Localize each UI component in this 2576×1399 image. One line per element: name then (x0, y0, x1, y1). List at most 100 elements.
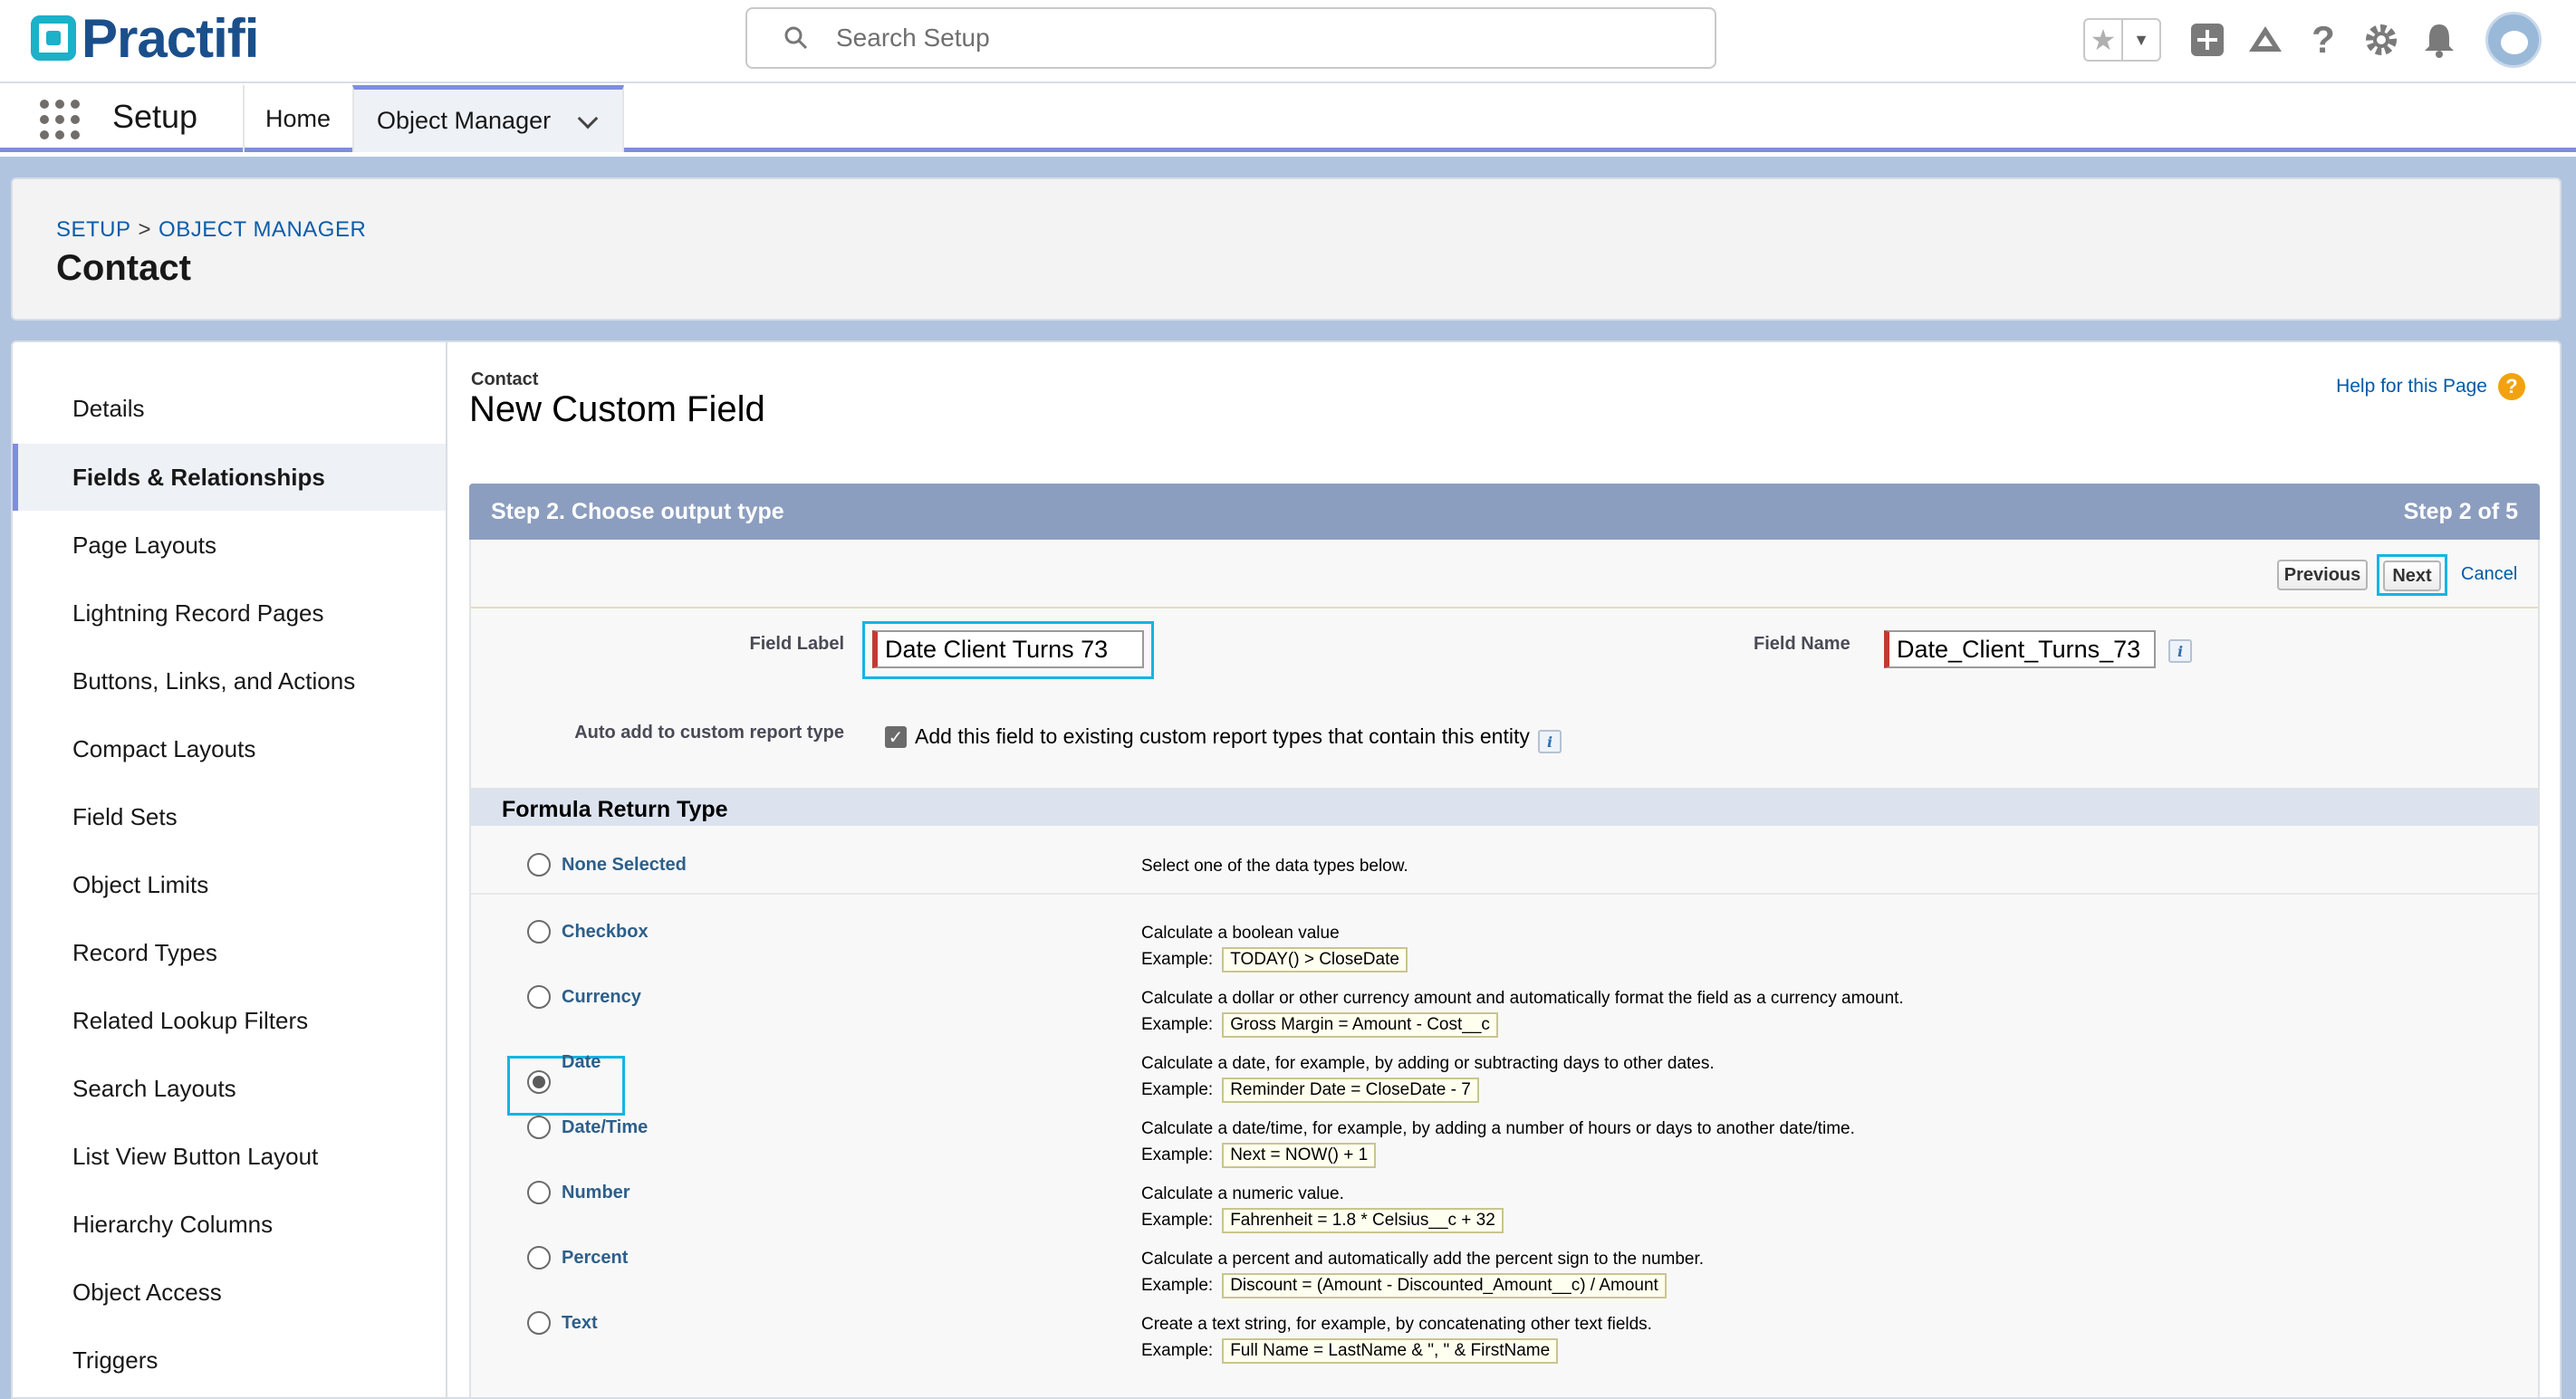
sidebar-item-related-lookup-filters[interactable]: Related Lookup Filters (13, 987, 446, 1054)
sidebar-item-hierarchy-columns[interactable]: Hierarchy Columns (13, 1191, 446, 1258)
search-input[interactable]: Search Setup (745, 7, 1716, 69)
sidebar-item-object-access[interactable]: Object Access (13, 1259, 446, 1326)
formula-return-type-header: Formula Return Type (471, 788, 2538, 826)
tab-object-manager[interactable]: Object Manager (352, 85, 624, 152)
sidebar-item-object-limits[interactable]: Object Limits (13, 851, 446, 918)
main-panel: Details Fields & Relationships Page Layo… (11, 340, 2562, 1399)
breadcrumb-object-manager-link[interactable]: OBJECT MANAGER (159, 217, 366, 242)
radio-checkbox[interactable] (527, 920, 551, 944)
type-example-text: Example: Full Name = LastName & ", " & Fi… (1141, 1338, 1559, 1364)
type-label-number[interactable]: Number (562, 1183, 630, 1203)
example-code: TODAY() > CloseDate (1222, 947, 1408, 973)
example-label: Example: (1141, 950, 1214, 969)
trailhead-icon[interactable] (2244, 19, 2286, 61)
auto-add-checkbox[interactable]: ✓ (885, 726, 907, 748)
breadcrumb: SETUP > OBJECT MANAGER (56, 217, 366, 243)
sidebar-item-details[interactable]: Details (13, 375, 446, 442)
next-button-highlight: Next (2377, 554, 2447, 596)
field-name-label: Field Name (1754, 634, 1850, 654)
radio-date[interactable] (527, 1070, 551, 1094)
type-label-checkbox[interactable]: Checkbox (562, 922, 649, 943)
radio-text[interactable] (527, 1311, 551, 1335)
type-desc-number: Calculate a numeric value. (1141, 1184, 1344, 1203)
type-desc-currency: Calculate a dollar or other currency amo… (1141, 989, 1904, 1008)
auto-add-info-icon[interactable]: i (1538, 730, 1562, 753)
radio-currency[interactable] (527, 985, 551, 1009)
example-label: Example: (1141, 1211, 1214, 1230)
cancel-link[interactable]: Cancel (2461, 564, 2517, 585)
type-label-percent[interactable]: Percent (562, 1248, 628, 1269)
search-icon (784, 26, 808, 50)
example-label: Example: (1141, 1276, 1214, 1295)
notification-bell-icon[interactable] (2418, 19, 2460, 61)
type-desc-percent: Calculate a percent and automatically ad… (1141, 1250, 1705, 1269)
step-title: Step 2. Choose output type (491, 499, 784, 524)
field-name-info-icon[interactable]: i (2168, 639, 2192, 663)
type-label-date-time[interactable]: Date/Time (562, 1117, 648, 1138)
button-row: Previous Next Cancel (471, 540, 2538, 608)
user-avatar[interactable] (2485, 12, 2542, 68)
radio-none-selected[interactable] (527, 853, 551, 877)
logo-mark-icon (31, 15, 76, 61)
sidebar-item-triggers[interactable]: Triggers (13, 1327, 446, 1394)
search-placeholder: Search Setup (836, 24, 990, 52)
radio-percent[interactable] (527, 1246, 551, 1270)
sidebar-item-field-sets[interactable]: Field Sets (13, 783, 446, 850)
next-button[interactable]: Next (2383, 561, 2441, 591)
object-header: SETUP > OBJECT MANAGER Contact (11, 177, 2562, 321)
favorites-dropdown-icon[interactable]: ▼ (2123, 31, 2159, 50)
step-count: Step 2 of 5 (2403, 499, 2518, 524)
type-label-none-selected[interactable]: None Selected (562, 855, 687, 876)
app-launcher-icon[interactable] (40, 100, 80, 139)
radio-date-time[interactable] (527, 1116, 551, 1139)
page-title: Contact (56, 248, 191, 288)
type-desc-text: Create a text string, for example, by co… (1141, 1315, 1652, 1334)
type-example-currency: Example: Gross Margin = Amount - Cost__c (1141, 1012, 1498, 1038)
step-form: Previous Next Cancel Field Label Date Cl… (469, 540, 2540, 1397)
object-sidebar: Details Fields & Relationships Page Layo… (13, 342, 447, 1397)
radio-number[interactable] (527, 1181, 551, 1204)
chevron-down-icon[interactable] (577, 108, 599, 129)
auto-add-label: Auto add to custom report type (574, 723, 844, 743)
logo-text: Practifi (82, 7, 259, 69)
type-label-date[interactable]: Date (562, 1052, 601, 1073)
sidebar-item-compact-layouts[interactable]: Compact Layouts (13, 715, 446, 782)
example-code: Gross Margin = Amount - Cost__c (1222, 1012, 1498, 1038)
help-for-page-link[interactable]: Help for this Page ? (2336, 373, 2525, 400)
previous-button[interactable]: Previous (2277, 560, 2368, 590)
type-example-date-time: Example: Next = NOW() + 1 (1141, 1143, 1377, 1168)
breadcrumb-setup-link[interactable]: SETUP (56, 217, 131, 242)
add-icon[interactable] (2187, 19, 2228, 61)
example-label: Example: (1141, 1145, 1214, 1164)
sidebar-item-fields-relationships[interactable]: Fields & Relationships (13, 444, 446, 511)
example-label: Example: (1141, 1015, 1214, 1034)
sidebar-item-lightning-record-pages[interactable]: Lightning Record Pages (13, 580, 446, 647)
step-header: Step 2. Choose output type Step 2 of 5 (469, 484, 2540, 540)
sidebar-item-buttons-links-actions[interactable]: Buttons, Links, and Actions (13, 647, 446, 714)
practifi-logo[interactable]: Practifi (31, 7, 259, 69)
example-code: Discount = (Amount - Discounted_Amount__… (1222, 1273, 1667, 1298)
sidebar-item-list-view-button-layout[interactable]: List View Button Layout (13, 1123, 446, 1190)
field-name-input[interactable]: Date_Client_Turns_73 (1884, 630, 2156, 668)
sidebar-item-page-layouts[interactable]: Page Layouts (13, 512, 446, 579)
formula-return-type-title: Formula Return Type (502, 797, 728, 822)
example-code: Fahrenheit = 1.8 * Celsius__c + 32 (1222, 1208, 1504, 1233)
tab-home[interactable]: Home (245, 85, 351, 152)
sidebar-item-search-layouts[interactable]: Search Layouts (13, 1055, 446, 1122)
type-desc-none-selected: Select one of the data types below. (1141, 857, 1408, 876)
example-label: Example: (1141, 1341, 1214, 1360)
type-example-checkbox: Example: TODAY() > CloseDate (1141, 947, 1408, 973)
type-example-number: Example: Fahrenheit = 1.8 * Celsius__c + … (1141, 1208, 1504, 1233)
help-icon[interactable]: ? (2302, 18, 2344, 61)
help-link-text: Help for this Page (2336, 376, 2487, 397)
header-tools: ★ ▼ ? (2083, 12, 2542, 68)
type-label-currency[interactable]: Currency (562, 987, 641, 1008)
sidebar-item-record-types[interactable]: Record Types (13, 919, 446, 986)
field-label-input[interactable]: Date Client Turns 73 (872, 630, 1144, 668)
favorites-button[interactable]: ★ ▼ (2083, 18, 2161, 62)
type-label-text[interactable]: Text (562, 1313, 598, 1334)
gear-icon[interactable] (2360, 19, 2402, 61)
type-desc-date: Calculate a date, for example, by adding… (1141, 1054, 1715, 1073)
content-area: Contact New Custom Field Help for this P… (469, 342, 2543, 1397)
example-code: Full Name = LastName & ", " & FirstName (1222, 1338, 1559, 1364)
